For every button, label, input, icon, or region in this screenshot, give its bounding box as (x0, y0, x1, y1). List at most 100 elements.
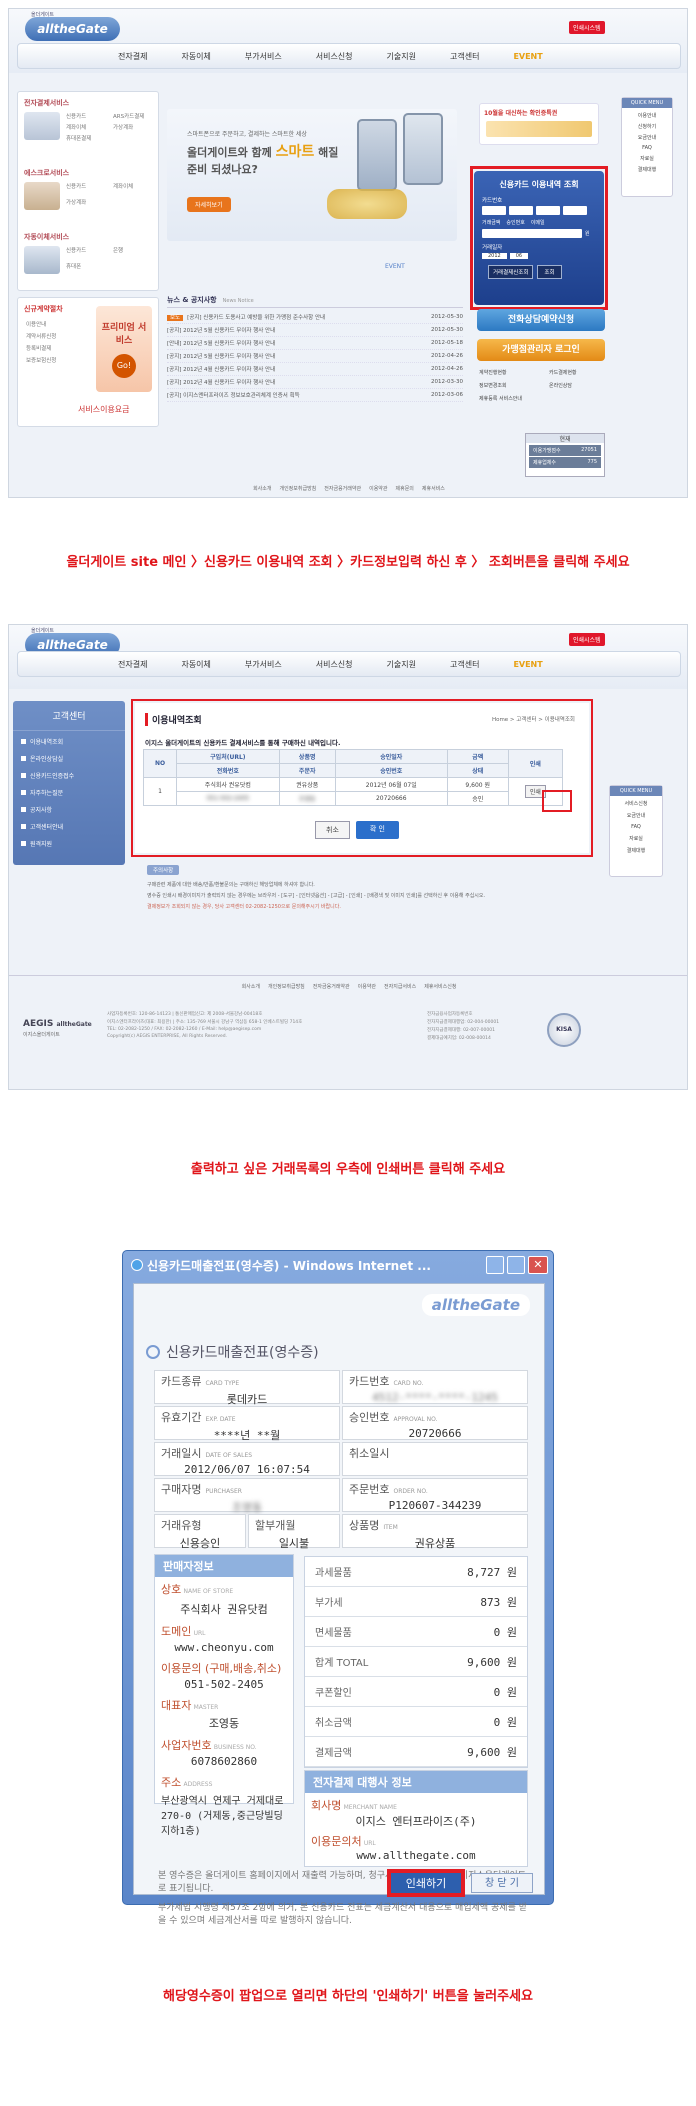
quick-link[interactable]: 정보변경조회 (479, 382, 543, 389)
signup-link[interactable]: 계약서류신청 (26, 332, 56, 340)
nav-item-apply[interactable]: 서비스신청 (316, 659, 353, 670)
quick-menu-item[interactable]: 이용안내 (638, 112, 656, 119)
merchant-login-button[interactable]: 가맹점관리자 로그인 (477, 339, 605, 361)
footer-link[interactable]: 개인정보취급방침 (268, 983, 305, 990)
news-item[interactable]: [공지] 이지스엔터프라이즈 정보보호관리체계 인증서 획득 2012-03-06 (167, 389, 463, 402)
sidebar-item[interactable]: 공지사항 (21, 805, 117, 814)
nav-item-autopay[interactable]: 자동이체 (181, 51, 210, 62)
signup-link[interactable]: 이용안내 (26, 320, 56, 328)
print-system-button[interactable]: 인쇄시스템 (569, 21, 605, 34)
quick-menu-item[interactable]: FAQ (631, 824, 641, 830)
nav-item-customer[interactable]: 고객센터 (450, 659, 479, 670)
premium-service-banner[interactable]: 프리미엄 서비스 Go! (96, 306, 152, 392)
news-item[interactable]: 보도 [공지] 신용카드 도용사고 예방을 위한 가맹점 준수사항 안내 2012-… (167, 311, 463, 324)
phone-consult-button[interactable]: 전화상담예약신청 (477, 309, 605, 331)
nav-item-tech[interactable]: 기술지원 (387, 51, 416, 62)
service-title[interactable]: 전자결제서비스 (24, 98, 157, 108)
service-link[interactable]: 가상계좌 (66, 198, 110, 211)
sidebar-item[interactable]: 이용내역조회 (21, 737, 117, 746)
quick-menu-item[interactable]: 서비스신청 (624, 800, 647, 807)
fee-link[interactable]: 서비스이용요금 (78, 404, 130, 415)
news-item-title[interactable]: [공지] 2012년 5월 신용카드 무이자 행사 안내 (167, 354, 275, 360)
service-link[interactable]: 휴대폰결제 (66, 134, 110, 142)
nav-item-apply[interactable]: 서비스신청 (316, 51, 353, 62)
footer-link[interactable]: 회사소개 (242, 983, 260, 990)
quick-menu-item[interactable]: 요금안내 (627, 812, 645, 819)
go-button[interactable]: Go! (112, 354, 136, 378)
news-item-title[interactable]: [공지] 2012년 5월 신용카드 무이자 행사 안내 (167, 328, 275, 334)
sidebar-item[interactable]: 고객센터안내 (21, 822, 117, 831)
sidebar-item[interactable]: 자주하는질문 (21, 788, 117, 797)
alltheGate-logo[interactable]: alltheGate (25, 17, 120, 41)
quick-link[interactable]: 제휴등록 서비스안내 (479, 395, 543, 402)
banner-more-button[interactable]: 자세히보기 (187, 197, 231, 212)
service-link[interactable]: 휴대폰 (66, 262, 110, 275)
signup-link[interactable]: 보증보험신청 (26, 356, 56, 364)
footer-link[interactable]: 전자금융거래약관 (313, 983, 350, 990)
nav-item-event[interactable]: EVENT (513, 52, 542, 61)
service-link[interactable]: 신용카드 (66, 246, 110, 259)
sidebar-item[interactable]: 원격지원 (21, 839, 117, 848)
nav-item-autopay[interactable]: 자동이체 (181, 659, 210, 670)
sidebar-item[interactable]: 신용카드인증접수 (21, 771, 117, 780)
footer-link[interactable]: 이용약관 (358, 983, 376, 990)
service-title[interactable]: 자동이체서비스 (24, 232, 157, 242)
service-link[interactable]: ARS카드결제 (113, 112, 157, 120)
maximize-button[interactable] (507, 1256, 525, 1274)
footer-link[interactable]: 회사소개 (253, 485, 271, 492)
sidebar-item[interactable]: 온라인상담실 (21, 754, 117, 763)
news-item[interactable]: [공지] 2012년 5월 신용카드 무이자 행사 안내 2012-05-30 (167, 324, 463, 337)
quick-menu-item[interactable]: 요금안내 (638, 134, 656, 141)
footer-link[interactable]: 전자금융거래약관 (324, 485, 361, 492)
quick-menu-item[interactable]: 신청하기 (638, 123, 656, 130)
print-system-button[interactable]: 인쇄시스템 (569, 633, 605, 646)
news-item-title[interactable]: [공지] 이지스엔터프라이즈 정보보호관리체계 인증서 획득 (167, 393, 300, 399)
service-title[interactable]: 에스크로서비스 (24, 168, 157, 178)
nav-item-event[interactable]: EVENT (513, 660, 542, 669)
nav-item-epay[interactable]: 전자결제 (118, 659, 147, 670)
quick-link[interactable]: 계약진행현황 (479, 369, 543, 376)
quick-menu-item[interactable]: 자료실 (629, 835, 643, 842)
news-more[interactable]: News Notice (223, 298, 254, 304)
footer-link[interactable]: 제휴서비스신청 (424, 983, 456, 990)
minimize-button[interactable] (486, 1256, 504, 1274)
nav-item-tech[interactable]: 기술지원 (387, 659, 416, 670)
event-tab[interactable]: EVENT (385, 263, 405, 270)
print-button[interactable]: 인쇄하기 (387, 1869, 465, 1897)
quick-link[interactable]: 카드결제현황 (549, 369, 611, 376)
news-item[interactable]: [공지] 2012년 5월 신용카드 무이자 행사 안내 2012-04-26 (167, 350, 463, 363)
quick-menu-item[interactable]: FAQ (642, 145, 652, 151)
service-link[interactable]: 신용카드 (66, 112, 110, 120)
news-item-title[interactable]: [안내] 2012년 5월 신용카드 무이자 행사 안내 (167, 341, 275, 347)
footer-link[interactable]: 개인정보취급방침 (279, 485, 316, 492)
quick-menu-item[interactable]: 결제대행 (627, 847, 645, 854)
service-link[interactable]: 가상계좌 (113, 123, 157, 131)
nav-item-epay[interactable]: 전자결제 (118, 51, 147, 62)
footer-link[interactable]: 제휴서비스 (422, 485, 445, 492)
news-item-title[interactable]: [공지] 신용카드 도용사고 예방을 위한 가맹점 준수사항 안내 (187, 315, 325, 321)
smart-banner[interactable]: 스마트폰으로 주문하고, 결제하는 스마트한 세상 올더게이트와 함께 스마트 … (167, 109, 457, 241)
nav-item-extra[interactable]: 부가서비스 (245, 51, 282, 62)
nav-item-customer[interactable]: 고객센터 (450, 51, 479, 62)
service-link[interactable]: 계좌이체 (113, 182, 157, 195)
promo-right[interactable]: 10월을 대신하는 확인증특권 (479, 103, 599, 145)
news-item-title[interactable]: [공지] 2012년 4월 신용카드 무이자 행사 안내 (167, 367, 275, 373)
quick-link[interactable]: 온라인상담 (549, 382, 611, 389)
news-item[interactable]: [공지] 2012년 4월 신용카드 무이자 행사 안내 2012-04-26 (167, 363, 463, 376)
service-link[interactable]: 계좌이체 (66, 123, 110, 131)
quick-menu-item[interactable]: 결제대행 (638, 166, 656, 173)
news-item[interactable]: [공지] 2012년 4월 신용카드 무이자 행사 안내 2012-03-30 (167, 376, 463, 389)
footer-link[interactable]: 이용약관 (369, 485, 387, 492)
news-title[interactable]: 뉴스 & 공지사항 (167, 295, 217, 305)
signup-title[interactable]: 신규계약절차 (24, 304, 63, 314)
close-icon[interactable]: ✕ (528, 1256, 548, 1274)
news-item[interactable]: [안내] 2012년 5월 신용카드 무이자 행사 안내 2012-05-18 (167, 337, 463, 350)
footer-link[interactable]: 제휴문의 (396, 485, 414, 492)
close-window-button[interactable]: 창 닫 기 (471, 1873, 533, 1893)
signup-link[interactable]: 등록비결제 (26, 344, 56, 352)
nav-item-extra[interactable]: 부가서비스 (245, 659, 282, 670)
news-item-title[interactable]: [공지] 2012년 4월 신용카드 무이자 행사 안내 (167, 380, 275, 386)
service-link[interactable]: 은행 (113, 246, 157, 259)
footer-link[interactable]: 전자지급서비스 (384, 983, 416, 990)
quick-menu-item[interactable]: 자료실 (640, 155, 654, 162)
